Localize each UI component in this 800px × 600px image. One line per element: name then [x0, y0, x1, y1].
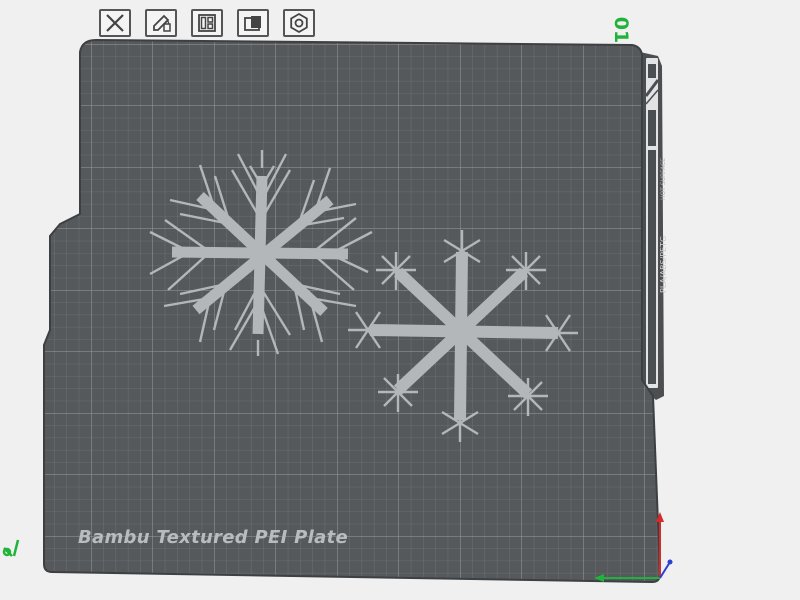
plate-label: Bambu Textured PEI Plate [78, 527, 348, 548]
filament-tag: PLA/ABS/PETG [659, 235, 668, 293]
build-plate-viewport[interactable]: 01 PLA/ABS/PETG HOT SURFACE Bambu Textur… [0, 0, 800, 600]
build-plate [2, 38, 673, 584]
surface-tag: HOT SURFACE [660, 157, 667, 200]
origin-marker [2, 539, 20, 557]
